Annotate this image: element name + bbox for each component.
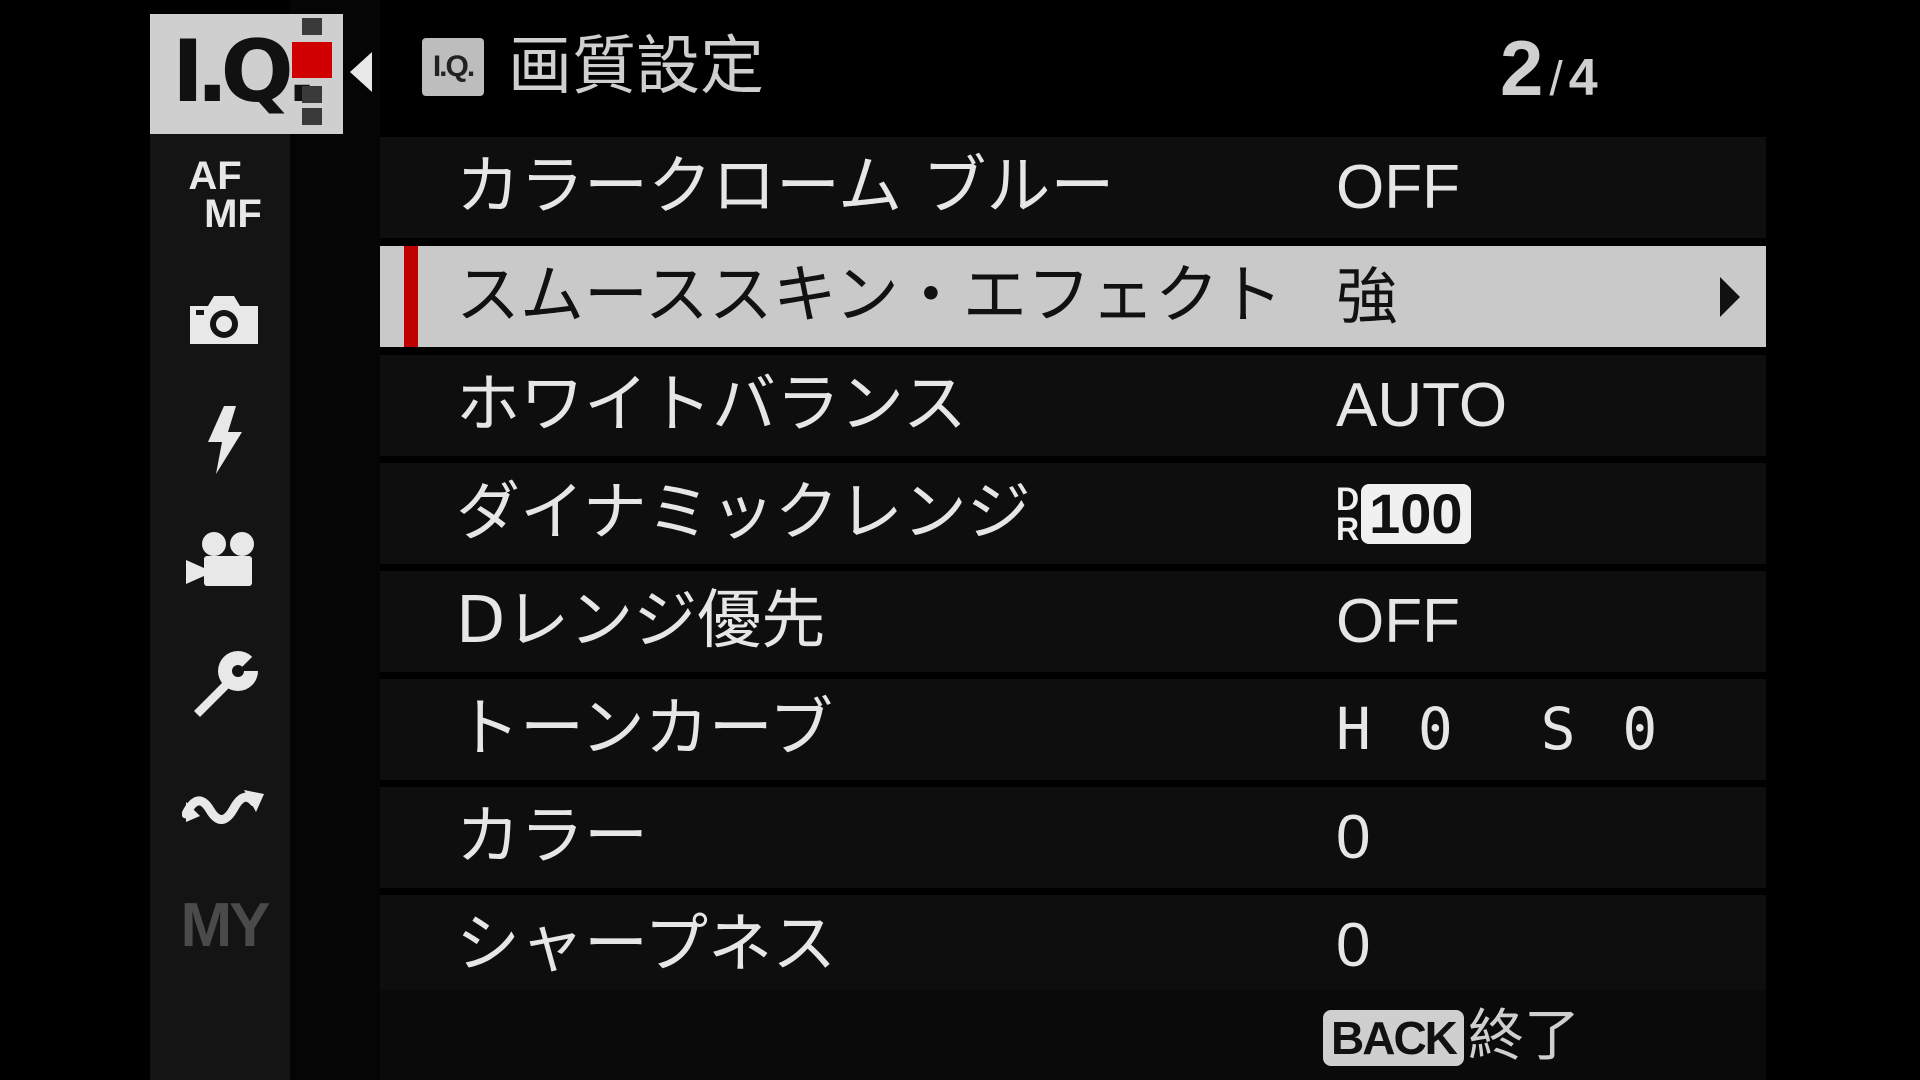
menu-item-value: H 0 S 0 (1336, 695, 1664, 763)
menu-item-value: 0 (1336, 803, 1371, 872)
tab-af-mf[interactable]: AF MF (176, 150, 272, 240)
back-button-label: 終了 (1468, 1004, 1580, 1069)
page-indicator-dot (302, 108, 322, 125)
mf-label: MF (204, 192, 262, 236)
menu-item-label: カラー (456, 800, 648, 874)
wrench-icon (194, 647, 262, 717)
menu-item-d-range-priority[interactable]: Dレンジ優先 OFF (380, 571, 1766, 672)
menu-item-smooth-skin-effect[interactable]: スムーススキン・エフェクト 強 (380, 246, 1766, 347)
camera-icon (190, 296, 258, 344)
page-separator: / (1549, 53, 1563, 106)
menu-item-label: スムーススキン・エフェクト (456, 259, 1283, 333)
menu-item-value: OFF (1336, 587, 1460, 656)
tab-pointer-icon (350, 52, 372, 92)
page-indicator-dot (302, 86, 322, 103)
tab-flash[interactable] (176, 400, 272, 480)
dr-value: 100 (1361, 483, 1471, 544)
connection-icon (182, 790, 264, 824)
menu-item-label: ダイナミックレンジ (456, 476, 1031, 550)
dr-letter-r: R (1336, 510, 1360, 547)
menu-item-value: AUTO (1336, 371, 1508, 440)
menu-item-value: 強 (1336, 260, 1399, 333)
dynamic-range-icon: D R 100 (1336, 480, 1471, 547)
menu-item-color-chrome-blue[interactable]: カラークローム ブルー OFF (380, 137, 1766, 238)
tab-movie[interactable] (176, 525, 272, 595)
flash-icon (208, 406, 242, 474)
menu-item-dynamic-range[interactable]: ダイナミックレンジ D R 100 (380, 463, 1766, 564)
menu-item-tone-curve[interactable]: トーンカーブ H 0 S 0 (380, 679, 1766, 780)
image-quality-badge-icon: I.Q. (422, 38, 484, 96)
movie-camera-icon (186, 532, 254, 586)
submenu-arrow-icon (1720, 277, 1740, 317)
tab-setup[interactable] (176, 645, 272, 725)
menu-item-label: シャープネス (456, 908, 837, 982)
page-indicator-dot (302, 18, 322, 35)
tab-my-menu[interactable]: MY (176, 890, 272, 960)
menu-item-label: トーンカーブ (456, 692, 833, 766)
menu-item-value: D R 100 (1336, 463, 1471, 564)
tab-shooting[interactable] (176, 285, 272, 355)
menu-item-sharpness[interactable]: シャープネス 0 (380, 895, 1766, 996)
menu-item-label: Dレンジ優先 (456, 584, 826, 658)
page-title: 画質設定 (508, 30, 764, 104)
menu-item-white-balance[interactable]: ホワイトバランス AUTO (380, 355, 1766, 456)
tab-connection[interactable] (176, 770, 272, 840)
menu-item-label: カラークローム ブルー (456, 150, 1115, 224)
page-indicator-dot-active (292, 42, 332, 78)
page-current: 2 (1500, 24, 1544, 112)
rail-spacer (290, 0, 380, 1080)
dr-letter-d: D (1336, 480, 1360, 517)
menu-item-label: ホワイトバランス (456, 368, 967, 442)
page-total: 4 (1568, 49, 1598, 107)
menu-item-value: OFF (1336, 153, 1460, 222)
af-label: AF (188, 154, 242, 198)
selection-indicator (404, 246, 418, 347)
tab-image-quality-label: I.Q. (172, 22, 318, 122)
menu-item-color[interactable]: カラー 0 (380, 787, 1766, 888)
menu-item-value: 0 (1336, 911, 1371, 980)
back-button[interactable]: BACK (1323, 1010, 1464, 1066)
page-number: 2/4 (1500, 18, 1598, 141)
